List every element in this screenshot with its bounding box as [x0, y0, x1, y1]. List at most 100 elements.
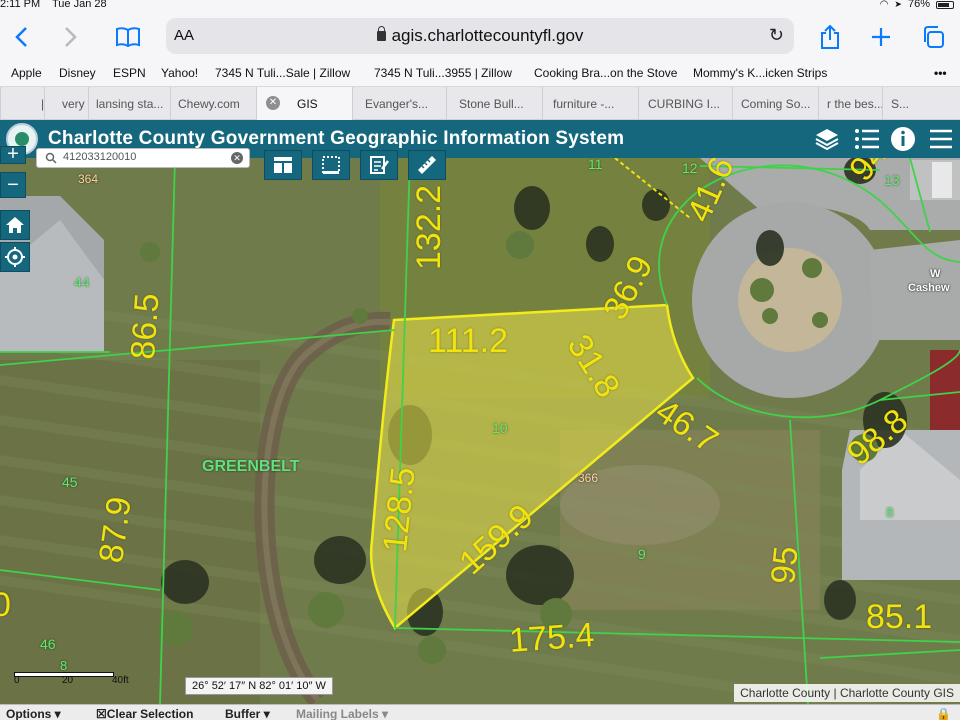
tab[interactable]: S...: [882, 87, 960, 120]
app-title: Charlotte County Government Geographic I…: [48, 128, 625, 149]
status-date: Tue Jan 28: [52, 0, 107, 10]
tab[interactable]: CURBING I...: [638, 87, 732, 120]
lock-icon[interactable]: 🔒: [936, 707, 951, 720]
layers-icon: [815, 129, 839, 151]
bookmark-item[interactable]: ESPN: [113, 66, 146, 80]
buffer-dropdown[interactable]: Buffer ▾: [225, 707, 270, 720]
tab[interactable]: |: [0, 87, 44, 120]
book-icon: [116, 27, 140, 48]
grid-icon: [274, 157, 292, 173]
street-label-prefix: W: [930, 268, 941, 280]
mailing-labels-dropdown[interactable]: Mailing Labels ▾: [296, 707, 388, 720]
tabs-icon: [924, 26, 944, 48]
tab[interactable]: furniture -...: [542, 87, 638, 120]
bookmarks-button[interactable]: [113, 22, 143, 52]
dimension-label: 175.4: [508, 616, 596, 660]
bookmarks-bar: Apple Disney ESPN Yahoo! 7345 N Tuli...S…: [0, 62, 960, 86]
chevron-right-icon: [65, 27, 77, 47]
tab[interactable]: Chewy.com: [170, 87, 256, 120]
home-button[interactable]: [0, 210, 30, 240]
tab[interactable]: Stone Bull...: [446, 87, 542, 120]
tab[interactable]: very: [44, 87, 88, 120]
search-icon: [45, 152, 57, 164]
address-bar[interactable]: AA agis.charlottecountyfl.gov ↻: [166, 18, 794, 54]
options-dropdown[interactable]: Options ▾: [6, 707, 61, 720]
zoom-out-button[interactable]: −: [0, 172, 26, 198]
crosshair-icon: [5, 247, 25, 267]
mailing-labels-label: Mailing Labels: [296, 707, 379, 720]
tab-label: Chewy.com: [178, 97, 240, 111]
bookmark-item[interactable]: 7345 N Tuli...3955 | Zillow: [374, 66, 512, 80]
tab-close-icon[interactable]: ✕: [266, 96, 280, 110]
layers-button[interactable]: [812, 124, 842, 154]
select-tool-button[interactable]: [312, 150, 350, 180]
address-label: 366: [578, 471, 599, 485]
tab-label: furniture -...: [553, 97, 615, 111]
options-label: Options: [6, 707, 52, 720]
edit-document-icon: [370, 156, 389, 174]
lot-number: 11: [588, 158, 603, 172]
tab-label: r the bes...: [827, 97, 884, 111]
info-button[interactable]: [888, 124, 918, 154]
clear-selection-button[interactable]: ☒Clear Selection: [96, 707, 193, 720]
new-tab-button[interactable]: [866, 22, 896, 52]
map-view[interactable]: 364 366 111.2 31.8 36.9 132.2 41.6 94 46…: [0, 158, 960, 704]
buffer-label: Buffer: [225, 707, 261, 720]
tab[interactable]: Coming So...: [732, 87, 818, 120]
menu-button[interactable]: [926, 124, 956, 154]
address-label: 364: [78, 172, 99, 186]
greenbelt-label: GREENBELT: [202, 458, 300, 475]
locate-button[interactable]: [0, 242, 30, 272]
url-display[interactable]: agis.charlottecountyfl.gov: [166, 26, 794, 46]
coordinate-readout: 26° 52′ 17″ N 82° 01′ 10″ W: [185, 677, 333, 695]
dimension-label: 85.1: [866, 598, 933, 636]
bookmarks-more-button[interactable]: •••: [934, 66, 947, 80]
street-label-name: Cashew: [908, 282, 950, 294]
clear-selection-label: Clear Selection: [106, 707, 194, 720]
menu-icon: [930, 129, 952, 149]
table-tool-button[interactable]: [264, 150, 302, 180]
report-tool-button[interactable]: [360, 150, 398, 180]
bookmark-item[interactable]: Yahoo!: [161, 66, 198, 80]
lot-number: 13: [884, 172, 900, 188]
ruler-icon: [418, 156, 436, 174]
bookmark-item[interactable]: Cooking Bra...on the Stove: [534, 66, 677, 80]
tab[interactable]: lansing sta...: [88, 87, 170, 120]
caret-down-icon: ▾: [382, 707, 389, 720]
tab[interactable]: r the bes...: [818, 87, 892, 120]
info-icon: [891, 127, 915, 151]
tab-label: CURBING I...: [648, 97, 721, 111]
home-icon: [6, 217, 24, 233]
lot-number: 10: [492, 420, 508, 436]
tab[interactable]: Evanger's...: [352, 87, 446, 120]
close-box-icon: ☒: [96, 707, 107, 720]
tab-label: Stone Bull...: [459, 97, 524, 111]
legend-button[interactable]: [852, 124, 882, 154]
lot-number: 8: [886, 504, 894, 520]
tabs-overview-button[interactable]: [918, 22, 948, 52]
forward-button[interactable]: [56, 22, 86, 52]
back-button[interactable]: [6, 22, 36, 52]
bookmark-item[interactable]: Disney: [59, 66, 96, 80]
share-button[interactable]: [815, 22, 845, 52]
bookmark-item[interactable]: 7345 N Tuli...Sale | Zillow: [215, 66, 350, 80]
battery-icon: [936, 1, 954, 9]
share-icon: [821, 24, 839, 49]
bookmark-item[interactable]: Apple: [11, 66, 42, 80]
list-icon: [855, 129, 879, 149]
clear-search-icon[interactable]: ✕: [231, 152, 243, 164]
aerial-imagery: [0, 158, 960, 704]
tab-label: very: [62, 97, 85, 111]
bookmark-item[interactable]: Mommy's K...icken Strips: [693, 66, 827, 80]
scale-bar: 0 20 40ft: [14, 668, 129, 688]
chevron-left-icon: [15, 27, 27, 47]
selection-box-icon: [322, 156, 340, 174]
zoom-in-button[interactable]: +: [0, 144, 26, 164]
caret-down-icon: ▾: [263, 707, 270, 720]
wifi-icon: ◠: [879, 0, 889, 10]
reload-icon[interactable]: ↻: [769, 25, 784, 46]
caret-down-icon: ▾: [54, 707, 61, 720]
tab-label: lansing sta...: [96, 97, 164, 111]
measure-tool-button[interactable]: [408, 150, 446, 180]
parcel-search-box[interactable]: 412033120010 ✕: [36, 148, 250, 168]
